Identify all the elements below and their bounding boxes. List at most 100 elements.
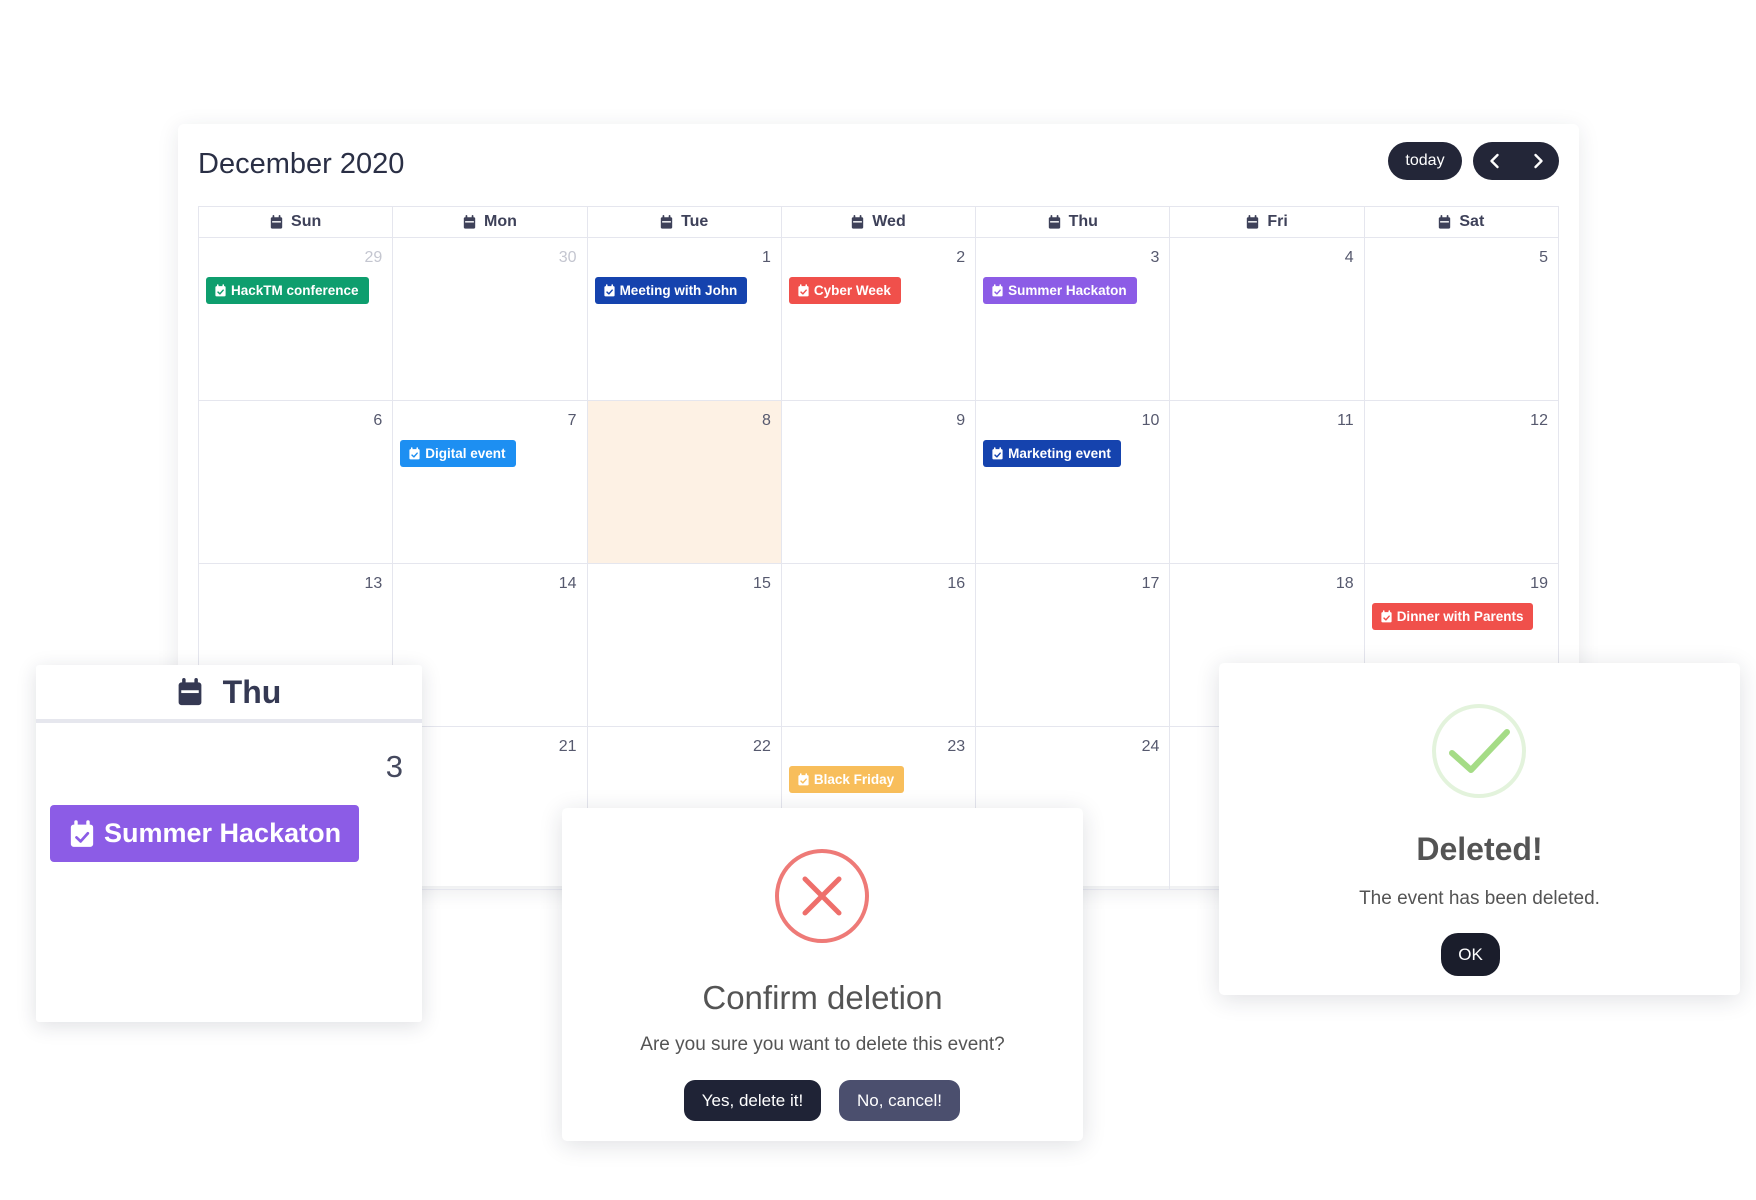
day-cell[interactable]: 11 <box>1170 401 1365 564</box>
day-number: 17 <box>1141 575 1160 592</box>
event-label: Cyber Week <box>813 283 891 298</box>
day-cell[interactable]: 5 <box>1364 238 1559 401</box>
day-cell[interactable]: 12 <box>1364 401 1559 564</box>
day-cell[interactable]: 6 <box>199 401 394 564</box>
calendar-event[interactable]: Dinner with Parents <box>1371 603 1534 630</box>
day-cell[interactable]: 14 <box>393 564 588 727</box>
weekday-label: Sun <box>291 213 322 230</box>
day-cell[interactable]: 30 <box>393 238 588 401</box>
day-number: 18 <box>1335 575 1354 592</box>
day-cell[interactable]: 16 <box>781 564 977 727</box>
calendar-check-icon <box>992 447 1003 460</box>
cancel-delete-button[interactable]: No, cancel! <box>839 1080 960 1121</box>
calendar-check-icon <box>798 284 809 297</box>
day-number: 3 <box>1150 249 1160 266</box>
calendar-check-icon <box>603 284 615 297</box>
calendar-icon <box>463 215 476 229</box>
day-number: 9 <box>956 412 966 429</box>
weekday-header-sat: Sat <box>1364 207 1559 238</box>
weekday-label: Sat <box>1459 213 1485 230</box>
day-number: 12 <box>1530 412 1548 429</box>
error-x-icon <box>775 849 869 943</box>
calendar-event[interactable]: Cyber Week <box>788 277 901 304</box>
day-number: 8 <box>761 412 771 429</box>
day-cell[interactable]: 17 <box>976 564 1171 727</box>
calendar-check-icon <box>1381 610 1392 623</box>
calendar-event[interactable]: Marketing event <box>983 440 1121 467</box>
calendar-check-icon <box>992 284 1003 297</box>
calendar-check-icon <box>215 284 226 297</box>
ok-button[interactable]: OK <box>1441 933 1500 976</box>
next-month-button[interactable] <box>1516 142 1559 180</box>
calendar-event[interactable]: Digital event <box>400 440 516 467</box>
day-cell[interactable]: 1 Meeting with John <box>587 238 782 401</box>
day-cell[interactable]: 15 <box>587 564 782 727</box>
day-cell[interactable]: 2 Cyber Week <box>781 238 977 401</box>
confirm-delete-button[interactable]: Yes, delete it! <box>684 1080 821 1121</box>
event-label: Meeting with John <box>619 283 738 298</box>
day-number: 22 <box>753 738 771 755</box>
weekday-header-tue: Tue <box>587 207 782 238</box>
weekday-header-mon: Mon <box>393 207 588 238</box>
confirm-deletion-dialog: Confirm deletion Are you sure you want t… <box>562 808 1083 1141</box>
day-cell[interactable]: 7 Digital event <box>393 401 588 564</box>
day-cell[interactable]: 4 <box>1170 238 1365 401</box>
day-cell[interactable]: 3 Summer Hackaton <box>976 238 1171 401</box>
weekday-header-sun: Sun <box>199 207 394 238</box>
day-cell-today[interactable]: 8 <box>587 401 782 564</box>
event-label: Dinner with Parents <box>1396 609 1524 624</box>
day-number: 29 <box>364 249 383 266</box>
chevron-left-icon <box>1490 153 1499 169</box>
calendar-check-icon <box>409 447 420 460</box>
event-label: Black Friday <box>813 772 895 787</box>
day-number: 5 <box>1539 249 1548 266</box>
day-number: 4 <box>1344 249 1354 266</box>
calendar-icon <box>270 215 283 229</box>
week-row: 29 HackTM conference 30 1 Meeting with John 2… <box>199 238 1559 401</box>
calendar-icon <box>1247 215 1259 229</box>
weekday-label: Wed <box>872 213 906 230</box>
event-label: Summer Hackaton <box>1008 283 1127 298</box>
day-number: 24 <box>1141 738 1160 755</box>
day-number: 1 <box>761 249 771 266</box>
calendar-event[interactable]: Meeting with John <box>594 277 748 304</box>
calendar-icon <box>1048 215 1060 229</box>
calendar-toolbar: December 2020 today <box>198 142 1559 186</box>
confirm-dialog-text: Are you sure you want to delete this eve… <box>640 1034 1005 1055</box>
day-number: 10 <box>1141 412 1160 429</box>
day-cell[interactable]: 9 <box>781 401 977 564</box>
event-label: HackTM conference <box>231 283 359 298</box>
calendar-event[interactable]: Summer Hackaton <box>983 277 1137 304</box>
day-cell[interactable]: 21 <box>393 727 588 890</box>
calendar-event[interactable]: HackTM conference <box>206 277 369 304</box>
weekday-header-row: Sun Mon Tue Wed Thu Fri Sat <box>199 207 1559 238</box>
calendar-event[interactable]: Black Friday <box>788 766 905 793</box>
week-row: 6 7 Digital event 8 9 10 Marketing event 11 12 <box>199 401 1559 564</box>
today-button[interactable]: today <box>1388 142 1462 180</box>
calendar-icon <box>852 215 864 229</box>
day-number: 15 <box>753 575 771 592</box>
day-number: 6 <box>373 412 383 429</box>
day-cell[interactable]: 29 HackTM conference <box>199 238 394 401</box>
day-detail-number: 3 <box>385 749 403 784</box>
day-detail-panel: Thu 3 Summer Hackaton <box>36 665 422 1022</box>
month-nav-group <box>1473 142 1559 180</box>
day-number: 21 <box>558 738 577 755</box>
calendar-check-icon <box>70 819 94 847</box>
weekday-header-thu: Thu <box>976 207 1171 238</box>
day-number: 30 <box>558 249 577 266</box>
success-check-icon <box>1432 704 1526 798</box>
day-number: 23 <box>947 738 966 755</box>
day-number: 14 <box>558 575 577 592</box>
calendar-check-icon <box>798 773 809 786</box>
day-number: 2 <box>956 249 966 266</box>
day-detail-event[interactable]: Summer Hackaton <box>50 805 359 862</box>
prev-month-button[interactable] <box>1473 142 1516 180</box>
confirm-dialog-title: Confirm deletion <box>702 979 943 1016</box>
day-number: 16 <box>947 575 966 592</box>
day-cell[interactable]: 10 Marketing event <box>976 401 1171 564</box>
calendar-icon <box>178 678 202 706</box>
day-number: 7 <box>567 412 577 429</box>
deleted-success-dialog: Deleted! The event has been deleted. OK <box>1219 663 1740 995</box>
calendar-title: December 2020 <box>198 148 405 180</box>
